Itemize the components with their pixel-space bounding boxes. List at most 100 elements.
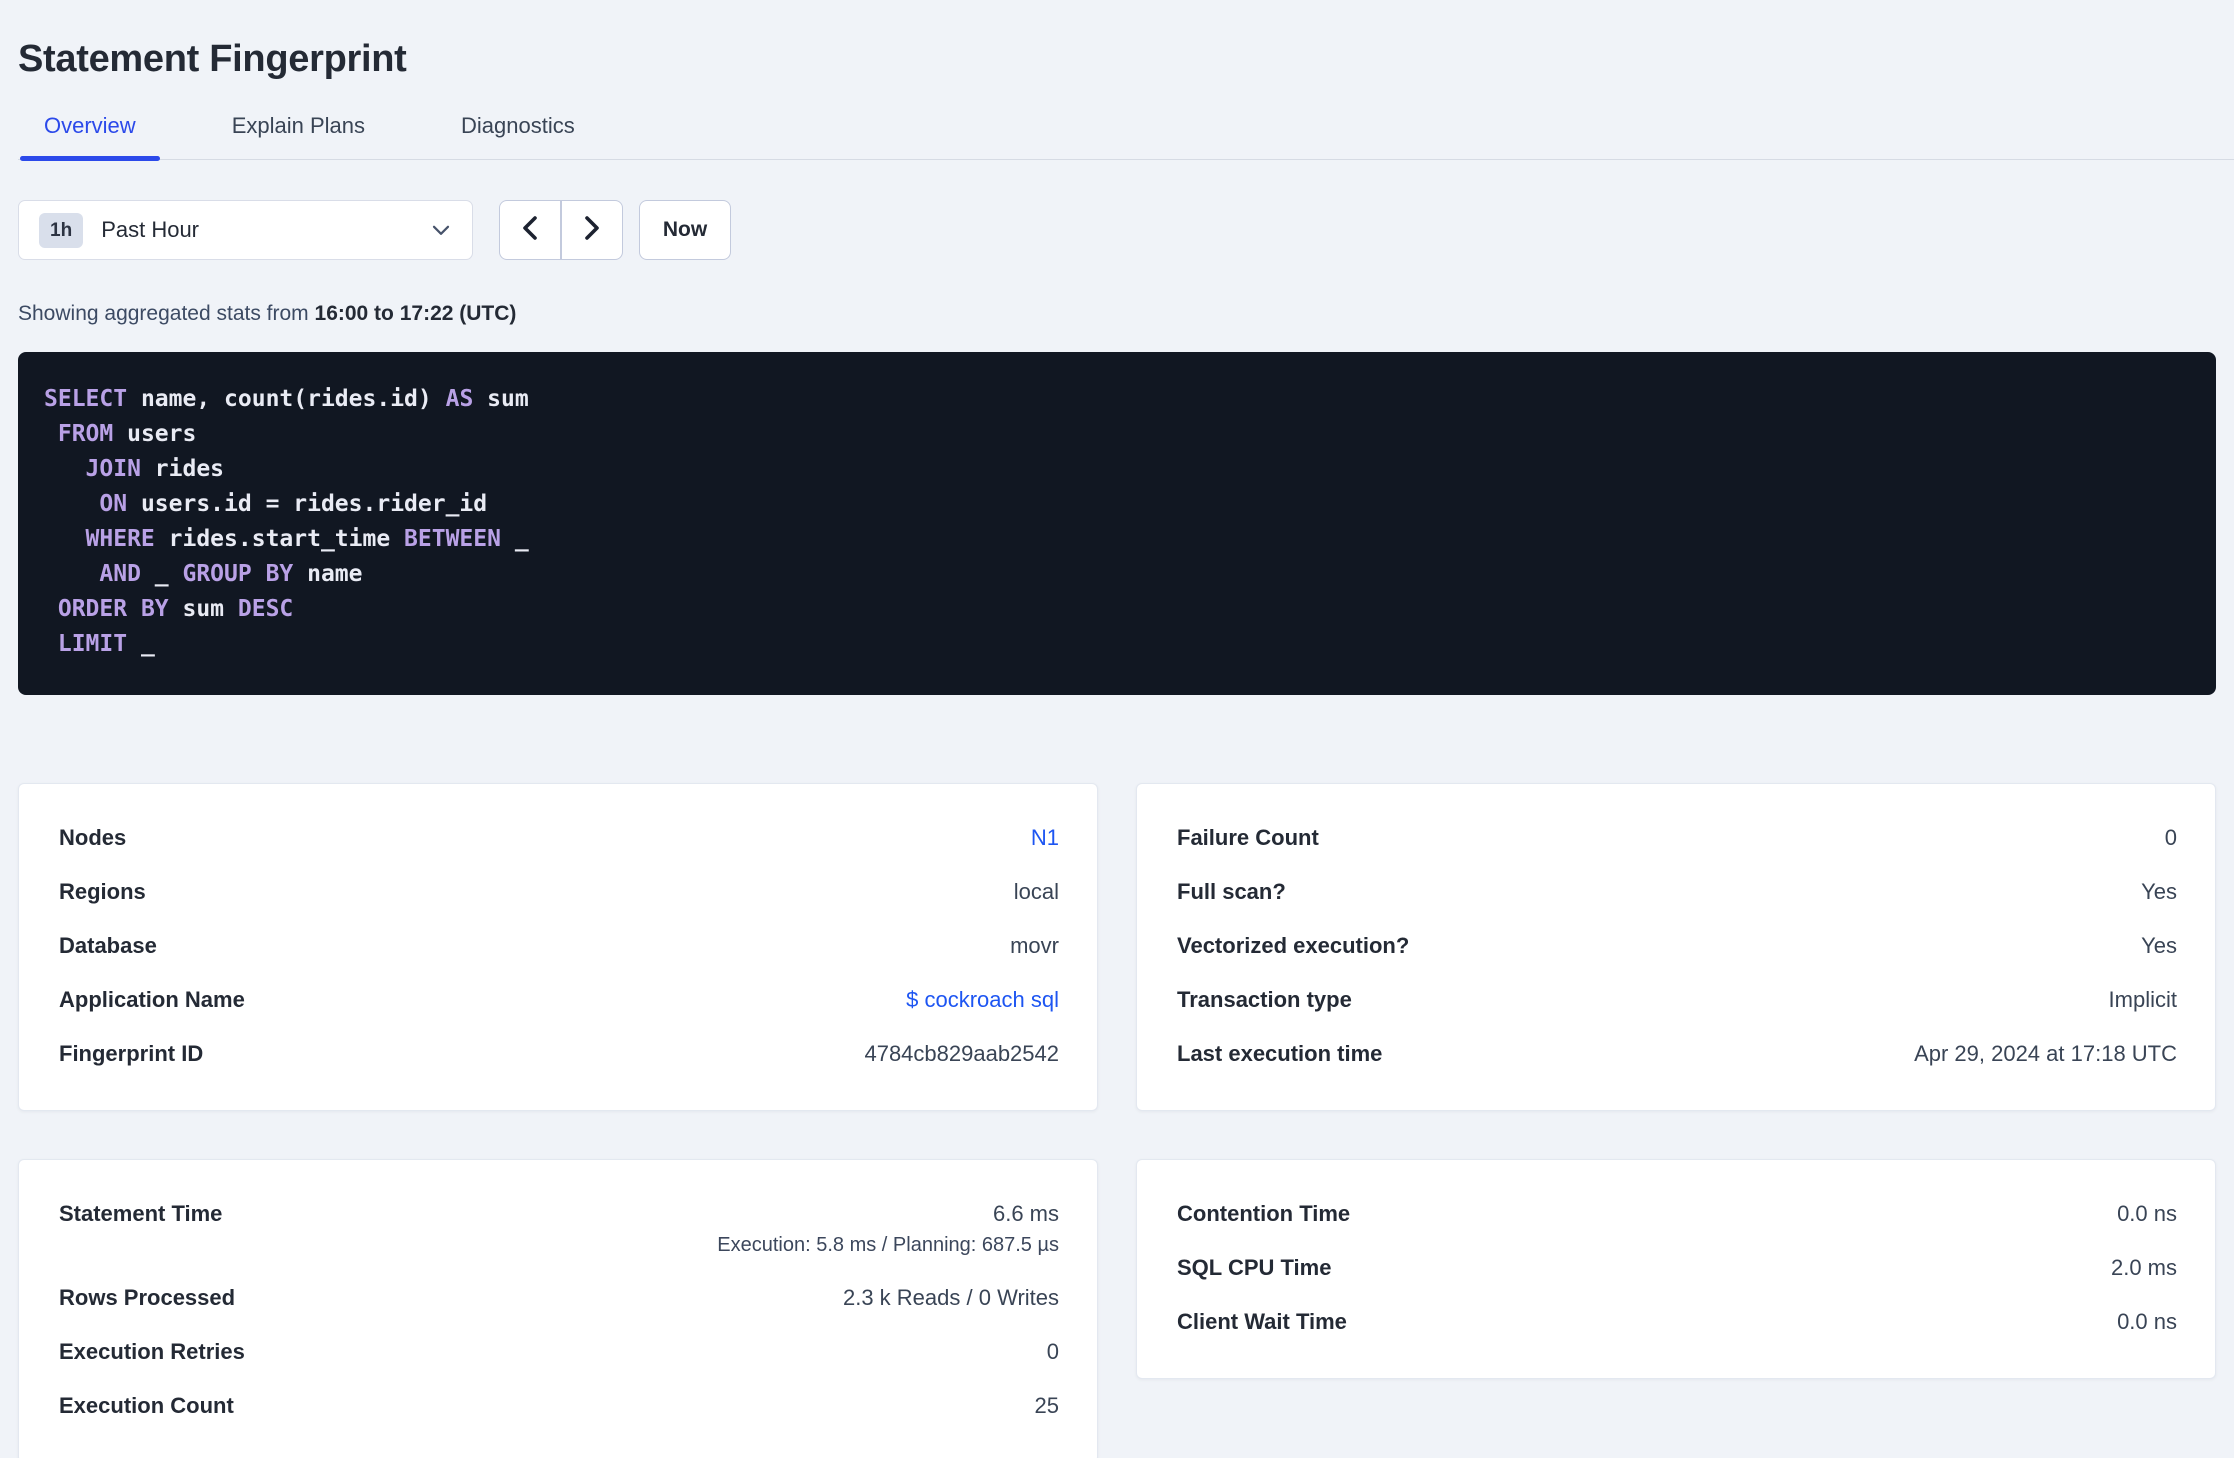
application-name-link[interactable]: $ cockroach sql — [906, 987, 1059, 1012]
time-controls: 1h Past Hour Now — [18, 200, 2216, 260]
stat-label: SQL CPU Time — [1177, 1255, 1332, 1280]
stat-value: 2.0 ms — [2110, 1255, 2177, 1280]
stat-value: 0.0 ns — [2117, 1201, 2177, 1226]
stat-row: Execution Retries 0 — [59, 1325, 1059, 1379]
sql-text: _ — [127, 631, 155, 657]
execution-attributes-card: Failure Count 0 Full scan? Yes Vectorized ex… — [1136, 783, 2216, 1111]
tab-bar: Overview Explain Plans Diagnostics — [18, 113, 2234, 161]
sql-keyword: AND — [99, 561, 141, 587]
stat-value: 0 — [2164, 825, 2177, 850]
stat-label: Application Name — [59, 987, 245, 1012]
sql-text: users — [113, 421, 197, 447]
stat-row: Database movr — [59, 919, 1059, 973]
stat-row: Contention Time 0.0 ns — [1177, 1187, 2177, 1241]
stat-value: 0.0 ns — [2117, 1309, 2177, 1334]
statement-fingerprint-page: Statement Fingerprint Overview Explain P… — [0, 0, 2234, 1458]
stat-value: movr — [1010, 933, 1059, 958]
tab-diagnostics[interactable]: Diagnostics — [437, 113, 599, 159]
stat-label: Contention Time — [1177, 1201, 1351, 1226]
stat-value: Yes — [2141, 879, 2177, 904]
sql-text: sum — [473, 386, 529, 412]
stat-row: Application Name $ cockroach sql — [59, 973, 1059, 1027]
stat-row: Statement Time 6.6 ms Execution: 5.8 ms / … — [59, 1187, 1059, 1271]
sql-keyword: WHERE — [85, 526, 155, 552]
stat-value: 25 — [1034, 1393, 1059, 1418]
stat-label: Client Wait Time — [1177, 1309, 1347, 1334]
stat-value: 4784cb829aab2542 — [864, 1041, 1059, 1066]
stat-value: 6.6 ms — [992, 1201, 1059, 1226]
chevron-right-icon — [582, 215, 602, 246]
statement-details-card: Nodes N1 Regions local Database movr Applicati… — [18, 783, 1098, 1111]
stat-label: Statement Time — [59, 1201, 223, 1226]
sql-keyword: GROUP BY — [182, 561, 294, 587]
stat-label: Nodes — [59, 825, 127, 850]
summary-cards: Nodes N1 Regions local Database movr Applicati… — [18, 783, 2216, 1458]
statement-timings-card: Statement Time 6.6 ms Execution: 5.8 ms / … — [18, 1159, 1098, 1458]
stat-value: Apr 29, 2024 at 17:18 UTC — [1914, 1041, 2177, 1066]
sql-keyword: JOIN — [85, 456, 141, 482]
previous-time-button[interactable] — [499, 200, 561, 260]
sql-text: _ — [500, 526, 529, 552]
stat-row: Client Wait Time 0.0 ns — [1177, 1295, 2177, 1349]
stat-value: N1 — [1031, 823, 1059, 853]
wait-timings-card: Contention Time 0.0 ns SQL CPU Time 2.0 ms C… — [1136, 1159, 2216, 1379]
now-button[interactable]: Now — [639, 200, 731, 260]
stat-label: Vectorized execution? — [1177, 933, 1410, 958]
stat-value: local — [1013, 879, 1059, 904]
sql-keyword: DESC — [237, 596, 294, 622]
time-range-label: Past Hour — [101, 217, 200, 242]
stat-label: Rows Processed — [59, 1285, 236, 1310]
stat-label: Database — [59, 933, 157, 958]
sql-keyword: ORDER BY — [57, 596, 169, 622]
stat-label: Fingerprint ID — [59, 1041, 204, 1066]
sql-text: rides — [140, 456, 225, 482]
sql-keyword: ON — [99, 491, 128, 517]
sql-keyword: BETWEEN — [404, 526, 501, 552]
stat-row: Nodes N1 — [59, 811, 1059, 865]
stat-label: Regions — [59, 879, 146, 904]
tab-explain-plans[interactable]: Explain Plans — [208, 113, 389, 159]
tab-overview[interactable]: Overview — [20, 113, 160, 161]
nodes-link[interactable]: N1 — [1031, 825, 1059, 850]
aggregated-stats-text: Showing aggregated stats from 16:00 to 1… — [18, 302, 2216, 326]
sql-keyword: FROM — [57, 421, 114, 447]
sql-text: users.id = rides.rider_id — [127, 491, 488, 517]
stat-label: Failure Count — [1177, 825, 1319, 850]
stat-label: Execution Count — [59, 1393, 234, 1418]
stat-row: Fingerprint ID 4784cb829aab2542 — [59, 1027, 1059, 1081]
next-time-button[interactable] — [561, 200, 623, 260]
aggregated-stats-range: 16:00 to 17:22 (UTC) — [314, 302, 517, 325]
stat-row: Execution Count 25 — [59, 1379, 1059, 1433]
stat-row: Full scan? Yes — [1177, 865, 2177, 919]
stat-row: Vectorized execution? Yes — [1177, 919, 2177, 973]
stat-label: Last execution time — [1177, 1041, 1383, 1066]
stat-row: Last execution time Apr 29, 2024 at 17:18… — [1177, 1027, 2177, 1081]
aggregated-stats-prefix: Showing aggregated stats from — [18, 302, 315, 325]
stat-label: Execution Retries — [59, 1339, 245, 1364]
sql-keyword: SELECT — [44, 386, 128, 412]
chevron-left-icon — [520, 215, 540, 246]
stat-row: SQL CPU Time 2.0 ms — [1177, 1241, 2177, 1295]
sql-statement-box: SELECT name, count(rides.id) AS sum FROM… — [18, 352, 2216, 695]
sql-code: SELECT name, count(rides.id) AS sum FROM… — [44, 382, 2190, 662]
stat-label: Full scan? — [1177, 879, 1286, 904]
stat-row: Regions local — [59, 865, 1059, 919]
stat-value: Implicit — [2108, 987, 2177, 1012]
sql-text: name, count(rides.id) — [127, 386, 446, 412]
sql-text: sum — [168, 596, 238, 622]
sql-keyword: AS — [445, 386, 474, 412]
time-range-badge: 1h — [39, 212, 84, 248]
page-title: Statement Fingerprint — [18, 38, 407, 80]
stat-value: 0 — [1046, 1339, 1059, 1364]
stat-row: Transaction type Implicit — [1177, 973, 2177, 1027]
stat-value: $ cockroach sql — [906, 985, 1059, 1015]
sql-text: _ — [140, 561, 183, 587]
stat-subvalue: Execution: 5.8 ms / Planning: 687.5 µs — [717, 1234, 1059, 1256]
time-range-dropdown[interactable]: 1h Past Hour — [18, 200, 473, 260]
